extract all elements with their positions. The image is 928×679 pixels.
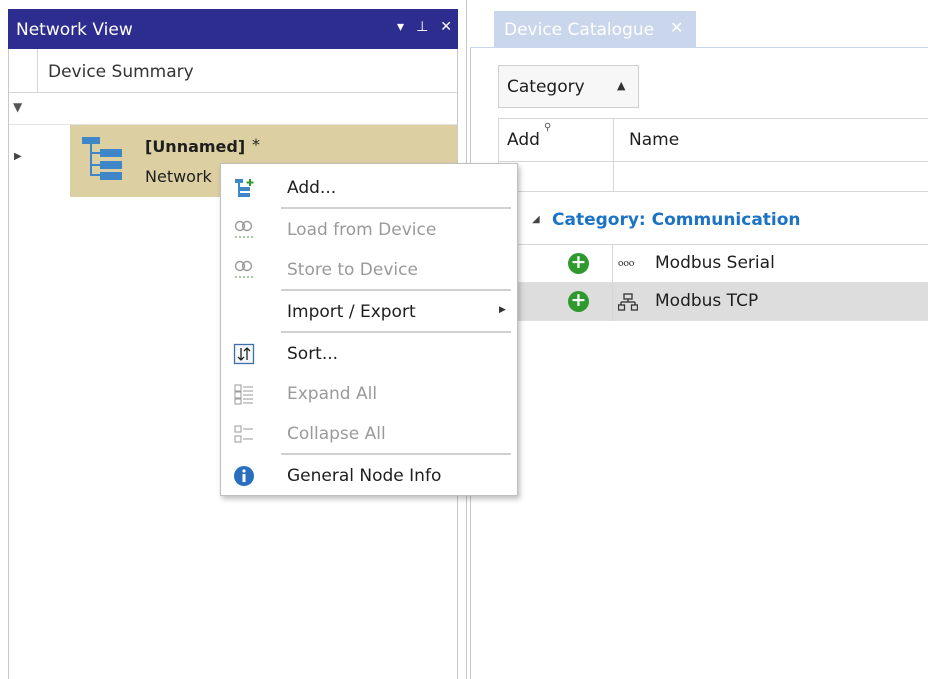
collapse-arrow-icon[interactable]: ◢ [532,214,540,225]
column-divider [613,162,614,192]
node-name: [Unnamed] [145,137,246,156]
menu-separator [281,453,511,455]
store-to-device-icon [234,260,253,278]
menu-item-import-export[interactable]: Import / Export ▶ [221,292,519,332]
menu-item-load-from-device[interactable]: Load from Device [221,210,519,250]
menu-separator [281,207,511,209]
menu-item-label: Expand All [287,384,378,404]
tree-column-header: Device Summary [9,49,457,93]
filter-icon[interactable]: ▼ [13,100,22,114]
sort-icon [233,343,255,365]
tree-filter-row[interactable]: ▼ [9,93,457,125]
menu-item-label: Store to Device [287,260,418,280]
catalogue-grid-header: Add ⚲ Name [498,118,928,163]
name-column-header[interactable]: Name [629,130,679,150]
tab-title: Device Catalogue [504,20,655,40]
column-divider [612,245,613,283]
device-name: Modbus Serial [655,253,775,273]
category-label: Category: Communication [552,210,801,230]
device-summary-label: Device Summary [48,62,194,82]
menu-item-label: Add... [287,178,337,198]
column-divider [613,119,614,163]
menu-item-label: Collapse All [287,424,386,444]
node-subtitle: Network [145,167,212,186]
sort-ascending-icon[interactable]: ▲ [617,79,625,92]
add-device-button[interactable]: + [568,253,589,274]
add-node-icon [235,179,254,197]
expand-all-icon [234,384,253,405]
category-group-row[interactable]: ◢ Category: Communication [498,192,928,245]
column-divider [612,283,613,321]
column-filter-icon[interactable]: ⚲ [544,122,551,133]
menu-item-label: General Node Info [287,466,442,486]
device-row-modbus-serial[interactable]: + ⲟⲟⲟ Modbus Serial [498,245,928,283]
network-view-title-bar: Network View ▾ ⊥ ✕ [8,9,458,49]
catalogue-filter-row[interactable] [498,162,928,192]
device-catalogue-panel: Category ▲ Add ⚲ Name ◢ Category: Commun… [470,48,928,679]
info-icon [234,466,254,486]
expand-arrow-icon[interactable]: ▶ [14,151,22,162]
panel-menu-dropdown-icon[interactable]: ▾ [397,19,404,35]
modified-marker: * [252,135,260,154]
add-device-button[interactable]: + [568,291,589,312]
tab-device-catalogue[interactable]: Device Catalogue ✕ [494,11,696,47]
load-from-device-icon [234,220,253,238]
menu-separator [281,289,511,291]
menu-item-collapse-all[interactable]: Collapse All [221,414,519,454]
network-view-title: Network View [16,20,133,40]
close-icon[interactable]: ✕ [440,19,452,35]
menu-item-label: Load from Device [287,220,437,240]
menu-item-expand-all[interactable]: Expand All [221,374,519,414]
device-name: Modbus TCP [655,291,759,311]
group-by-category-chip[interactable]: Category ▲ [498,65,639,108]
menu-item-general-node-info[interactable]: General Node Info [221,456,519,496]
network-tree-icon [82,137,122,180]
device-row-modbus-tcp[interactable]: + Modbus TCP [498,283,928,321]
tab-close-icon[interactable]: ✕ [670,18,683,37]
pin-icon[interactable]: ⊥ [416,19,428,35]
menu-item-sort[interactable]: Sort... [221,334,519,374]
network-icon [618,293,638,311]
menu-separator [281,331,511,333]
submenu-arrow-icon: ▶ [499,305,506,315]
add-column-header[interactable]: Add [507,130,540,150]
menu-item-label: Import / Export [287,302,416,322]
collapse-all-icon [234,425,253,443]
menu-item-add[interactable]: Add... [221,168,519,208]
device-summary-column[interactable]: Device Summary [37,49,457,93]
group-by-label: Category [507,77,585,97]
context-menu: Add... Load from Device Store to Device … [220,163,518,496]
menu-item-store-to-device[interactable]: Store to Device [221,250,519,290]
menu-item-label: Sort... [287,344,339,364]
serial-icon: ⲟⲟⲟ [618,256,635,269]
